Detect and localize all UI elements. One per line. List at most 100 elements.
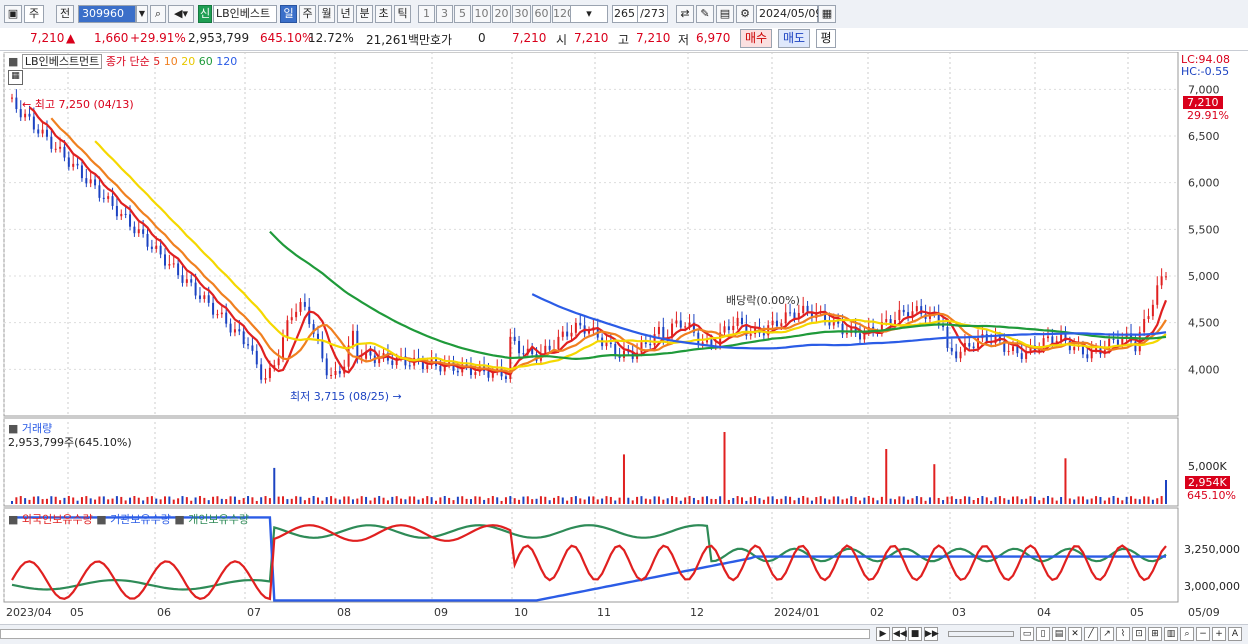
chart-type-icon[interactable]: ▥ [1164,627,1178,641]
volume-bar [754,496,757,504]
period-select[interactable]: 주 [24,5,44,23]
volume-bar [260,497,263,504]
interval-btn-4[interactable]: 20 [492,5,511,23]
candle-body [504,376,507,380]
pattern-icon[interactable]: ⌇ [1116,627,1130,641]
sell-button[interactable]: 매도 [778,29,810,48]
grid-icon[interactable]: ⊞ [1148,627,1162,641]
volume-bar [24,498,27,504]
gear-icon[interactable]: ⚙ [736,5,754,23]
chevron-down-icon[interactable]: ▼ [136,5,148,23]
candle-body [295,311,298,318]
candle-body [63,146,66,158]
period-btn-1[interactable]: 주 [299,5,316,23]
interval-btn-3[interactable]: 10 [472,5,491,23]
buy-button[interactable]: 매수 [740,29,772,48]
speaker-icon[interactable]: ◀▾ [168,5,194,23]
volume-bar [837,496,840,504]
volume-bar [369,500,372,504]
fit-icon[interactable]: ▭ [1020,627,1034,641]
volume-bar [290,498,293,504]
horizontal-scrollbar[interactable] [0,629,870,639]
interval-btn-2[interactable]: 5 [454,5,471,23]
volume-bar [413,496,416,504]
volume-bar [863,497,866,504]
stock-name[interactable]: LB인베스트 [213,5,277,23]
cross-icon[interactable]: ✕ [1068,627,1082,641]
play-icon[interactable]: ▶ [876,627,890,641]
candle-body [885,319,888,322]
rewind-icon[interactable]: ◀◀ [892,627,907,641]
volume-bar [972,499,975,504]
volume-bar [531,499,534,504]
volume-bar [142,500,145,504]
volume-bar [1160,496,1163,504]
candle-body [133,226,136,234]
window-icon[interactable]: ▣ [4,5,22,23]
volume-bar [150,496,153,504]
candle-body [972,346,975,349]
table-icon[interactable]: ▦ [8,70,23,85]
dividend-note: 배당락(0.00%) [726,294,800,307]
period-btn-6[interactable]: 틱 [394,5,411,23]
volume-bar [548,500,551,504]
interval-btn-1[interactable]: 3 [436,5,453,23]
volume-bar [714,499,717,504]
lock-icon[interactable]: ⊡ [1132,627,1146,641]
period-btn-3[interactable]: 년 [337,5,354,23]
x-axis-label: 03 [952,606,966,619]
candle-body [732,325,735,331]
plus-icon[interactable]: + [1212,627,1226,641]
interval-dropdown[interactable]: ▾ [570,5,608,23]
volume-bar [11,501,13,504]
period-btn-4[interactable]: 분 [356,5,373,23]
interval-btn-0[interactable]: 1 [418,5,435,23]
volume-bar [107,499,110,504]
volume-bar [653,496,656,504]
volume-bar [255,500,258,504]
trend-icon[interactable]: ↗ [1100,627,1114,641]
volume-bar [789,496,792,504]
stop-icon[interactable]: ■ [908,627,922,641]
layout-icon[interactable]: ▤ [1052,627,1066,641]
sync-icon[interactable]: ⇄ [676,5,694,23]
volume-bar [461,496,464,504]
volume-bar [583,499,586,504]
volume-bar [968,496,971,504]
count-input[interactable]: 265 [612,5,638,23]
chart-area[interactable]: 7,000 6,500 6,000 5,500 5,000 4,500 4,000 2023/… [0,52,1248,642]
split-icon[interactable]: ▯ [1036,627,1050,641]
draw-icon[interactable]: ✎ [696,5,714,23]
search-icon[interactable]: ⌕ [150,5,166,23]
interval-btn-5[interactable]: 30 [512,5,531,23]
x-axis-label: 2024/01 [774,606,820,619]
volume-bar [408,496,411,504]
calendar-icon[interactable]: ▦ [818,5,836,23]
font-size-icon[interactable]: A [1228,627,1242,641]
forward-icon[interactable]: ▶▶ [924,627,939,641]
candle-body [107,196,110,199]
volume-bar [710,498,713,504]
save-icon[interactable]: ▤ [716,5,734,23]
date-input[interactable]: 2024/05/09 [756,5,822,23]
period-btn-5[interactable]: 초 [375,5,392,23]
stock-code-input[interactable]: 309960 [78,5,136,23]
candle-body [28,113,31,117]
minus-icon[interactable]: − [1196,627,1210,641]
candle-body [570,332,573,337]
zoom-slider[interactable] [948,631,1014,637]
prev-button[interactable]: 전 [56,5,74,23]
magnifier-icon[interactable]: ⌕ [1180,627,1194,641]
period-btn-0[interactable]: 일 [280,5,297,23]
turnover-rate: 12.72% [308,31,354,45]
candle-body [736,317,739,326]
eval-button[interactable]: 평 [816,29,836,48]
line-icon[interactable]: ╱ [1084,627,1098,641]
interval-btn-6[interactable]: 60 [532,5,551,23]
volume-bar [129,497,132,504]
volume-bar [194,497,197,504]
volume-bar [391,496,394,504]
period-btn-2[interactable]: 월 [318,5,335,23]
x-axis-label: 09 [434,606,448,619]
volume-bar [636,496,639,504]
